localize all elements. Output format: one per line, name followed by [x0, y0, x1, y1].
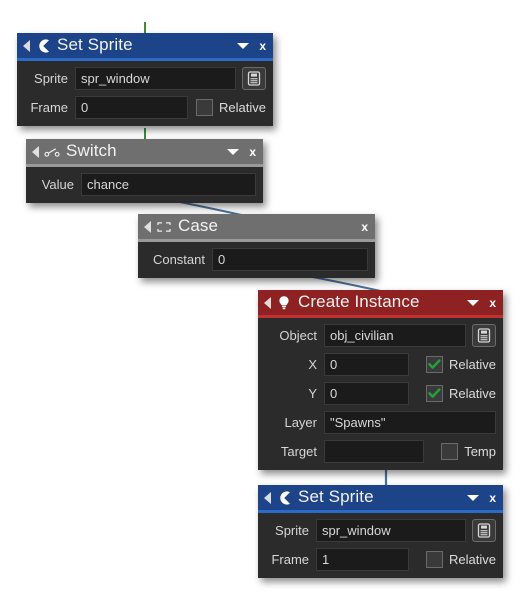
field-label: Value	[41, 177, 74, 192]
x-input[interactable]: 0	[324, 353, 410, 376]
relative-checkbox-group[interactable]: Relative	[426, 551, 496, 568]
node-header[interactable]: Create Instance x	[258, 290, 503, 315]
sprite-pacman-icon	[35, 38, 51, 54]
field-row-frame: Frame 0 Relative	[24, 96, 266, 119]
field-label: Object	[279, 328, 317, 343]
node-body: Object obj_civilian X 0 Relative Y 0 Rel…	[258, 318, 503, 470]
node-header[interactable]: Case x	[138, 214, 375, 239]
node-body: Value chance	[26, 167, 263, 203]
chevron-down-icon[interactable]	[467, 494, 480, 501]
field-label: Y	[308, 386, 317, 401]
temp-checkbox-group[interactable]: Temp	[441, 443, 496, 460]
field-row-layer: Layer "Spawns"	[265, 411, 496, 434]
chevron-down-icon[interactable]	[237, 42, 250, 49]
close-icon[interactable]: x	[248, 146, 257, 158]
field-row-target: Target Temp	[265, 440, 496, 463]
node-create-instance[interactable]: Create Instance x Object obj_civilian X …	[258, 290, 503, 470]
field-label: Constant	[152, 252, 205, 267]
switch-icon	[44, 144, 60, 160]
sprite-pacman-icon	[276, 490, 292, 506]
collapse-triangle-icon[interactable]	[32, 145, 39, 158]
node-title: Create Instance	[298, 292, 420, 311]
field-label: X	[308, 357, 317, 372]
close-icon[interactable]: x	[488, 492, 497, 504]
field-label: Sprite	[34, 71, 68, 86]
node-graph-canvas[interactable]: Set Sprite x Sprite spr_window Frame 0 R…	[0, 0, 532, 616]
relative-checkbox-group-y[interactable]: Relative	[426, 385, 496, 402]
checkbox-checked-icon[interactable]	[426, 385, 444, 402]
collapse-triangle-icon[interactable]	[264, 296, 271, 309]
layer-input[interactable]: "Spawns"	[324, 411, 496, 434]
close-icon[interactable]: x	[258, 40, 267, 52]
chevron-down-icon[interactable]	[227, 148, 240, 155]
checkbox-unchecked-icon[interactable]	[196, 99, 214, 116]
field-label: Layer	[284, 415, 317, 430]
node-set-sprite-bottom[interactable]: Set Sprite x Sprite spr_window Frame 1 R…	[258, 485, 503, 578]
frame-input[interactable]: 1	[316, 548, 410, 571]
frame-input[interactable]: 0	[75, 96, 189, 119]
field-row-constant: Constant 0	[145, 248, 368, 271]
chevron-down-icon[interactable]	[467, 299, 480, 306]
list-menu-icon[interactable]	[242, 67, 266, 90]
node-body: Sprite spr_window Frame 0 Relative	[17, 61, 273, 126]
node-switch[interactable]: Switch x Value chance	[26, 139, 263, 203]
checkbox-label: Temp	[464, 444, 496, 459]
checkbox-label: Relative	[449, 552, 496, 567]
object-input[interactable]: obj_civilian	[324, 324, 466, 347]
node-title: Switch	[66, 141, 117, 160]
collapse-triangle-icon[interactable]	[144, 220, 151, 233]
node-title: Case	[178, 216, 219, 235]
list-menu-icon[interactable]	[472, 324, 496, 347]
checkbox-label: Relative	[219, 100, 266, 115]
collapse-triangle-icon[interactable]	[23, 39, 30, 52]
node-body: Constant 0	[138, 242, 375, 278]
list-menu-icon[interactable]	[472, 519, 496, 542]
close-icon[interactable]: x	[360, 221, 369, 233]
lightbulb-icon	[276, 295, 292, 311]
case-bracket-icon	[156, 219, 172, 235]
field-row-sprite: Sprite spr_window	[24, 67, 266, 90]
field-row-frame: Frame 1 Relative	[265, 548, 496, 571]
node-title: Set Sprite	[298, 487, 374, 506]
relative-checkbox-group-x[interactable]: Relative	[426, 356, 496, 373]
field-row-sprite: Sprite spr_window	[265, 519, 496, 542]
collapse-triangle-icon[interactable]	[264, 491, 271, 504]
field-label: Sprite	[275, 523, 309, 538]
node-body: Sprite spr_window Frame 1 Relative	[258, 513, 503, 578]
checkbox-checked-icon[interactable]	[426, 356, 444, 373]
field-row-value: Value chance	[33, 173, 256, 196]
field-row-object: Object obj_civilian	[265, 324, 496, 347]
node-case[interactable]: Case x Constant 0	[138, 214, 375, 278]
close-icon[interactable]: x	[488, 297, 497, 309]
checkbox-label: Relative	[449, 386, 496, 401]
relative-checkbox-group[interactable]: Relative	[196, 99, 266, 116]
node-header[interactable]: Set Sprite x	[258, 485, 503, 510]
value-input[interactable]: chance	[81, 173, 256, 196]
sprite-input[interactable]: spr_window	[316, 519, 466, 542]
node-set-sprite-top[interactable]: Set Sprite x Sprite spr_window Frame 0 R…	[17, 33, 273, 126]
checkbox-unchecked-icon[interactable]	[426, 551, 444, 568]
sprite-input[interactable]: spr_window	[75, 67, 236, 90]
field-row-y: Y 0 Relative	[265, 382, 496, 405]
checkbox-label: Relative	[449, 357, 496, 372]
field-label: Target	[280, 444, 317, 459]
checkbox-unchecked-icon[interactable]	[441, 443, 459, 460]
constant-input[interactable]: 0	[212, 248, 368, 271]
field-row-x: X 0 Relative	[265, 353, 496, 376]
node-header[interactable]: Set Sprite x	[17, 33, 273, 58]
node-title: Set Sprite	[57, 35, 133, 54]
y-input[interactable]: 0	[324, 382, 410, 405]
target-input[interactable]	[324, 440, 425, 463]
field-label: Frame	[271, 552, 309, 567]
field-label: Frame	[30, 100, 68, 115]
node-header[interactable]: Switch x	[26, 139, 263, 164]
